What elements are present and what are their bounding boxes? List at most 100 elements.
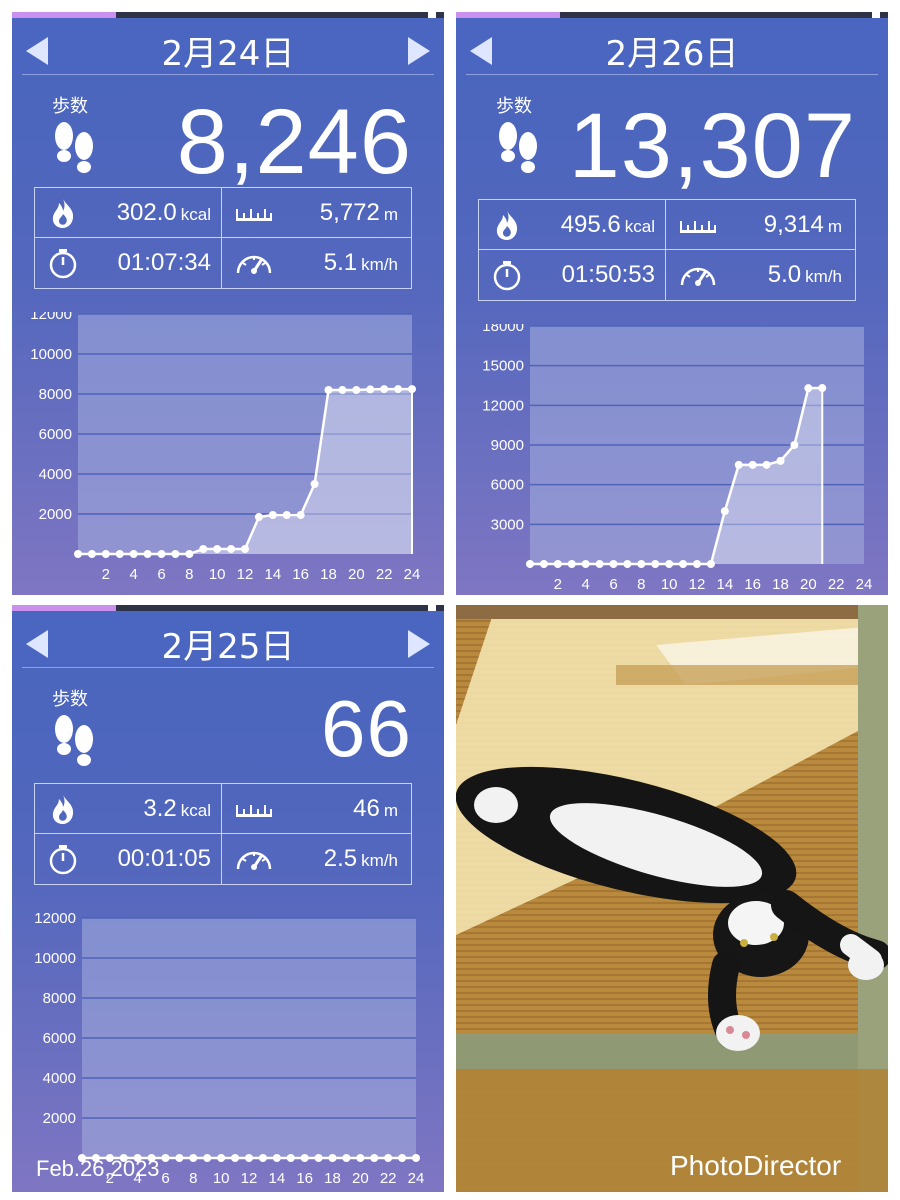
- x-tick-label: 18: [772, 576, 789, 593]
- data-point: [706, 560, 715, 568]
- data-point: [539, 560, 548, 568]
- steps-label: 歩数: [52, 96, 88, 117]
- y-tick-label: 18000: [482, 324, 524, 335]
- data-point: [398, 1154, 407, 1162]
- data-point: [231, 1154, 240, 1162]
- data-point: [324, 386, 333, 394]
- data-point: [254, 513, 263, 521]
- stopwatch-icon: [47, 843, 79, 875]
- date-title: 2月25日: [161, 627, 295, 667]
- date-header: 2月25日: [12, 611, 444, 667]
- y-tick-label: 9000: [491, 437, 524, 454]
- y-tick-label: 6000: [491, 477, 524, 494]
- footprints-icon: [50, 713, 98, 773]
- data-point: [217, 1154, 226, 1162]
- data-point: [101, 550, 110, 558]
- data-point: [734, 460, 743, 469]
- speed-cell: 5.1 km/h: [222, 238, 408, 287]
- data-point: [818, 384, 827, 393]
- speed-cell: 2.5 km/h: [222, 834, 408, 883]
- stopwatch-icon: [491, 259, 523, 291]
- flame-icon: [47, 197, 79, 229]
- stats-grid: 495.6 kcal 9,314 m 01:50:53 5.0 km/h: [478, 199, 856, 301]
- x-tick-label: 14: [268, 1170, 285, 1187]
- data-point: [748, 460, 757, 469]
- y-tick-label: 12000: [482, 397, 524, 414]
- x-tick-label: 16: [296, 1170, 313, 1187]
- y-tick-label: 12000: [30, 312, 72, 323]
- distance-cell: 46 m: [222, 784, 408, 833]
- data-point: [408, 385, 416, 394]
- flame-icon: [47, 793, 79, 825]
- data-point: [227, 545, 236, 553]
- distance-value: 9,314: [763, 211, 824, 238]
- x-tick-label: 4: [581, 576, 589, 593]
- x-tick-label: 8: [637, 576, 645, 593]
- data-point: [129, 550, 138, 558]
- data-point: [412, 1154, 420, 1162]
- speedometer-icon: [234, 247, 274, 279]
- data-point: [394, 385, 403, 394]
- data-point: [286, 1154, 295, 1162]
- chevron-right-icon[interactable]: [408, 630, 430, 658]
- calories-cell: 3.2 kcal: [35, 784, 221, 833]
- stopwatch-icon: [47, 247, 79, 279]
- distance-cell: 9,314 m: [666, 200, 852, 249]
- calories-value: 495.6: [560, 211, 621, 238]
- data-point: [171, 550, 180, 558]
- x-tick-label: 12: [237, 566, 254, 583]
- data-point: [581, 560, 590, 568]
- calories-unit: kcal: [180, 801, 211, 820]
- calories-unit: kcal: [180, 205, 211, 224]
- calories-value: 302.0: [116, 199, 177, 226]
- flame-icon: [491, 209, 523, 241]
- data-point: [115, 550, 124, 558]
- data-point: [87, 550, 96, 558]
- speed-value: 2.5: [323, 845, 358, 872]
- data-point: [623, 560, 632, 568]
- data-point: [595, 560, 604, 568]
- x-tick-label: 24: [404, 566, 421, 583]
- data-point: [366, 385, 375, 394]
- data-point: [203, 1154, 212, 1162]
- distance-unit: m: [827, 217, 842, 236]
- data-point: [609, 560, 618, 568]
- speed-cell: 5.0 km/h: [666, 250, 852, 299]
- data-point: [526, 560, 534, 568]
- steps-label: 歩数: [496, 96, 532, 117]
- ruler-icon: [234, 197, 274, 229]
- ruler-icon: [234, 793, 274, 825]
- x-tick-label: 16: [292, 566, 309, 583]
- y-tick-label: 15000: [482, 358, 524, 375]
- x-tick-label: 8: [185, 566, 193, 583]
- x-tick-label: 2: [102, 566, 110, 583]
- x-tick-label: 22: [828, 576, 845, 593]
- y-tick-label: 6000: [39, 426, 72, 443]
- distance-unit: m: [383, 205, 398, 224]
- photodirector-watermark: PhotoDirector: [670, 1150, 842, 1181]
- duration-cell: 00:01:05: [35, 834, 221, 883]
- x-tick-label: 4: [129, 566, 137, 583]
- y-tick-label: 8000: [43, 990, 76, 1007]
- data-point: [74, 550, 82, 558]
- ruler-icon: [678, 209, 718, 241]
- y-tick-label: 3000: [491, 516, 524, 533]
- step-count: 66: [321, 684, 412, 773]
- steps-label: 歩数: [52, 689, 88, 710]
- data-point: [314, 1154, 323, 1162]
- calories-cell: 302.0 kcal: [35, 188, 221, 237]
- data-point: [189, 1154, 198, 1162]
- header-divider: [22, 74, 434, 75]
- y-tick-label: 4000: [39, 466, 72, 483]
- y-tick-label: 8000: [39, 386, 72, 403]
- duration-value: 01:07:34: [117, 249, 211, 276]
- pedometer-panel-feb26: 2月26日 歩数 13,307 495.6 kcal 9,314 m 01:50:5…: [456, 12, 888, 595]
- data-point: [553, 560, 562, 568]
- date-header: 2月26日: [456, 18, 888, 74]
- steps-chart: 12000 10000 8000 6000 4000 2000 2 4 6 8 10 12 14 16 18…: [34, 910, 424, 1187]
- data-point: [762, 460, 771, 469]
- chevron-right-icon[interactable]: [408, 37, 430, 65]
- data-point: [199, 545, 208, 553]
- y-tick-label: 6000: [43, 1030, 76, 1047]
- x-tick-label: 2: [554, 576, 562, 593]
